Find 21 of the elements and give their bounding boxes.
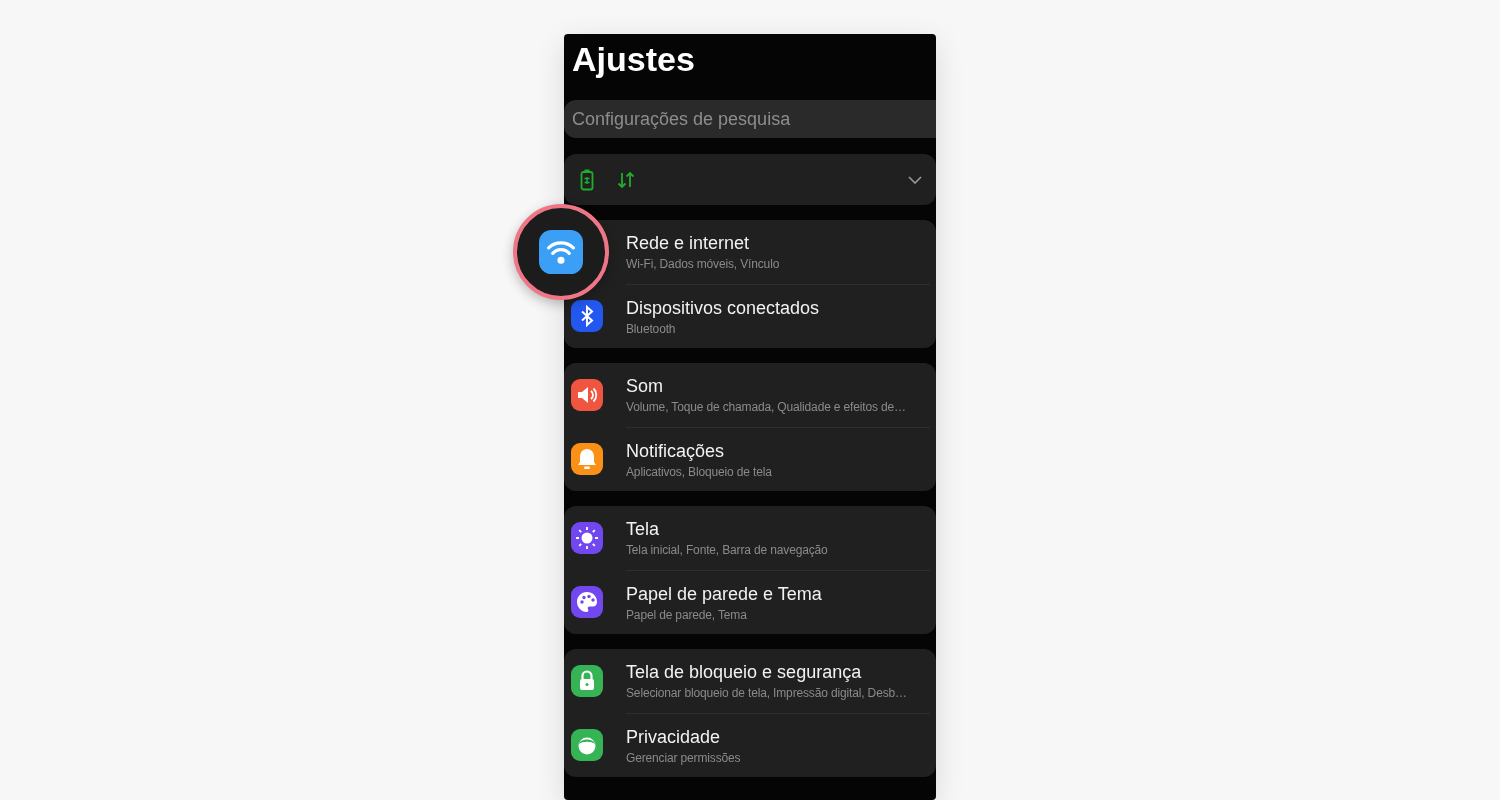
item-subtitle: Gerenciar permissões — [626, 750, 742, 765]
arrows-icon[interactable] — [616, 169, 636, 190]
item-title[interactable]: Dispositivos conectados — [626, 297, 930, 319]
item-title[interactable]: Privacidade — [626, 726, 930, 748]
item-subtitle: Papel de parede, Tema — [626, 607, 748, 622]
item-title[interactable]: Papel de parede e Tema — [626, 583, 930, 605]
item-title[interactable]: Rede e internet — [626, 233, 930, 254]
item-title[interactable]: Notificações — [626, 440, 930, 462]
item-title[interactable]: Tela de bloqueio e segurança — [626, 662, 930, 683]
item-subtitle: Selecionar bloqueio de tela, Impressão digital, Desb… — [626, 686, 908, 700]
battery-icon[interactable] — [580, 168, 594, 191]
search-field[interactable]: Configurações de pesquisa — [564, 100, 936, 138]
item-title[interactable]: Som — [626, 376, 930, 397]
item-subtitle: Volume, Toque de chamada, Qualidade e efeitos de… — [626, 400, 907, 414]
item-subtitle: Tela inicial, Fonte, Barra de navegação — [626, 543, 829, 557]
item-subtitle: Bluetooth — [626, 321, 677, 336]
item-subtitle: Aplicativos, Bloqueio de tela — [626, 464, 773, 479]
chevron-down-icon[interactable] — [908, 175, 922, 184]
item-subtitle: Wi-Fi, Dados móveis, Vínculo — [626, 257, 781, 271]
item-title[interactable]: Tela — [626, 519, 930, 540]
page-title: Ajustes — [571, 39, 696, 80]
